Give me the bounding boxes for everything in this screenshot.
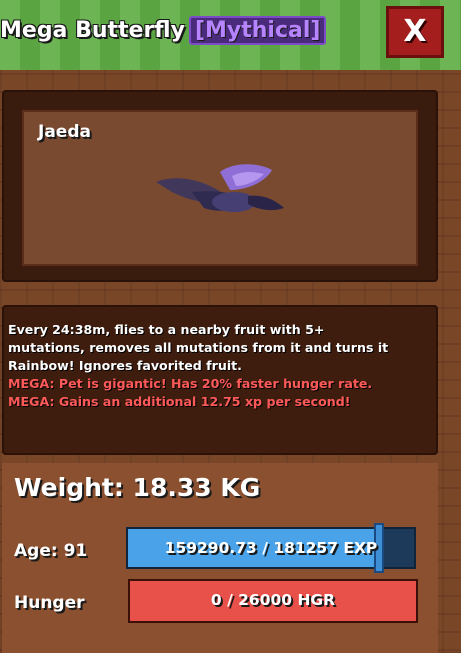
- hunger-label: Hunger: [14, 593, 85, 613]
- stats-panel: Weight: 18.33 KG Age: 91 159290.73 / 181…: [2, 463, 438, 653]
- pet-preview-viewport: Jaeda: [22, 110, 418, 266]
- age-label: Age: 91: [14, 541, 88, 561]
- butterfly-icon: [156, 164, 284, 212]
- weight-label: Weight: 18.33 KG: [14, 473, 261, 502]
- owner-name: Jaeda: [38, 122, 91, 142]
- mega-bonus-line: MEGA: Gains an additional 12.75 xp per s…: [8, 394, 351, 409]
- rarity-badge: [Mythical]: [188, 16, 327, 45]
- close-button[interactable]: X: [386, 6, 444, 58]
- mega-bonus-line: MEGA: Pet is gigantic! Has 20% faster hu…: [8, 376, 373, 391]
- description-line: Every 24:38m, flies to a nearby fruit wi…: [8, 322, 325, 337]
- hunger-bar: 0 / 26000 HGR: [128, 579, 418, 623]
- header-bar: Mega Butterfly [Mythical] X: [0, 0, 461, 70]
- hunger-value: 0 / 26000 HGR: [210, 591, 336, 609]
- pet-preview-panel: Jaeda: [2, 90, 438, 282]
- exp-progress-bar: 159290.73 / 181257 EXP: [126, 523, 416, 573]
- description-line: Rainbow! Ignores favorited fruit.: [8, 358, 242, 373]
- ability-description: Every 24:38m, flies to a nearby fruit wi…: [2, 305, 438, 455]
- exp-value: 159290.73 / 181257 EXP: [164, 539, 378, 557]
- pet-name: Mega Butterfly: [0, 18, 185, 43]
- description-line: mutations, removes all mutations from it…: [8, 340, 389, 355]
- pet-title: Mega Butterfly [Mythical]: [0, 16, 327, 45]
